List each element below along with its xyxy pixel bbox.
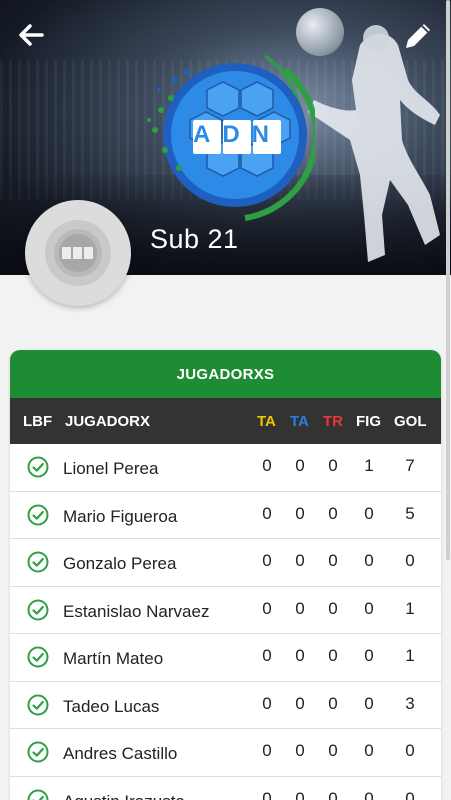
table-row[interactable]: Mario Figueroa 0 0 0 0 5 — [10, 492, 441, 539]
col-yellow-card: TA — [257, 413, 276, 430]
player-stat: 0 — [328, 646, 338, 665]
col-blue-card: TA — [290, 413, 309, 430]
player-stat: 0 — [262, 741, 272, 760]
player-name: Estanislao Narvaez — [63, 601, 210, 621]
player-stat: 0 — [328, 741, 338, 760]
player-stat: 0 — [262, 598, 272, 618]
col-gol: GOL — [394, 413, 427, 430]
player-stat: 0 — [364, 788, 374, 800]
player-stat: 0 — [364, 693, 374, 713]
players-card: JUGADORXS LBF JUGADORX TA TA TR FIG GOL … — [10, 350, 441, 800]
pencil-icon[interactable] — [400, 18, 436, 54]
player-stat: 0 — [295, 693, 305, 713]
player-stat: 0 — [262, 456, 272, 475]
player-stat: 0 — [364, 646, 374, 665]
table-row[interactable]: Lionel Perea 0 0 0 1 7 — [10, 444, 441, 492]
col-jugadorx: JUGADORX — [65, 413, 151, 430]
player-stat: 0 — [405, 741, 415, 760]
check-circle-icon — [27, 789, 49, 800]
check-circle-icon — [27, 741, 49, 763]
table-row[interactable]: Agustin Irazusta 0 0 0 0 0 — [10, 777, 441, 800]
player-stat: 0 — [295, 788, 305, 800]
player-stat: 0 — [262, 646, 272, 665]
check-circle-icon — [27, 456, 49, 478]
player-stat: 0 — [262, 503, 272, 523]
table-row[interactable]: Andres Castillo 0 0 0 0 0 — [10, 729, 441, 777]
player-stat: 1 — [405, 598, 415, 618]
team-name: Sub 21 — [150, 224, 239, 254]
player-stat: 0 — [405, 788, 415, 800]
player-name: Mario Figueroa — [63, 506, 178, 526]
player-stat: 0 — [295, 551, 305, 570]
player-stat: 0 — [328, 598, 338, 618]
player-stat: 0 — [328, 503, 338, 523]
check-circle-icon — [27, 646, 49, 668]
table-header: LBF JUGADORX TA TA TR FIG GOL — [10, 398, 441, 444]
table-row[interactable]: Martín Mateo 0 0 0 0 1 — [10, 634, 441, 682]
player-stat: 7 — [405, 456, 415, 475]
avatar-logo — [45, 220, 111, 286]
player-stat: 0 — [328, 788, 338, 800]
arrow-left-icon[interactable] — [14, 18, 48, 52]
player-stat: 0 — [364, 503, 374, 523]
col-lbf: LBF — [23, 413, 53, 430]
player-stat: 0 — [364, 551, 374, 570]
scrollbar[interactable] — [446, 0, 450, 560]
player-stat: 0 — [295, 646, 305, 665]
player-stat: 0 — [262, 551, 272, 570]
player-stat: 5 — [405, 503, 415, 523]
check-circle-icon — [27, 694, 49, 715]
player-stat: 3 — [405, 693, 415, 713]
player-name: Martín Mateo — [63, 649, 164, 668]
player-stat: 0 — [364, 598, 374, 618]
player-stat: 1 — [405, 646, 415, 665]
player-stat: 0 — [262, 788, 272, 800]
col-fig: FIG — [356, 413, 381, 430]
player-stat: 0 — [328, 693, 338, 713]
table-row[interactable]: Gonzalo Perea 0 0 0 0 0 — [10, 539, 441, 587]
player-stat: 0 — [364, 741, 374, 760]
player-stat: 1 — [364, 456, 374, 475]
check-circle-icon — [27, 599, 49, 620]
check-circle-icon — [27, 504, 49, 525]
player-stat: 0 — [295, 503, 305, 523]
col-red-card: TR — [323, 413, 343, 430]
logo-lettering: ADN — [193, 121, 281, 148]
player-stat: 0 — [328, 551, 338, 570]
player-name: Andres Castillo — [63, 744, 178, 763]
player-name: Lionel Perea — [63, 459, 159, 478]
players-card-title: JUGADORXS — [10, 350, 441, 398]
players-list: Lionel Perea 0 0 0 1 7 Mario Figueroa 0 0 0 0 5 Gonz… — [10, 444, 441, 800]
player-stat: 0 — [262, 693, 272, 713]
player-stat: 0 — [405, 551, 415, 570]
player-stat: 0 — [295, 456, 305, 475]
player-stat: 0 — [328, 456, 338, 475]
player-stat: 0 — [295, 741, 305, 760]
player-name: Tadeo Lucas — [63, 696, 160, 716]
player-name: Gonzalo Perea — [63, 554, 177, 573]
table-row[interactable]: Estanislao Narvaez 0 0 0 0 1 — [10, 587, 441, 634]
player-name: Agustin Irazusta — [63, 792, 185, 800]
table-row[interactable]: Tadeo Lucas 0 0 0 0 3 — [10, 682, 441, 729]
player-stat: 0 — [295, 598, 305, 618]
check-circle-icon — [27, 551, 49, 573]
team-avatar — [25, 200, 131, 306]
